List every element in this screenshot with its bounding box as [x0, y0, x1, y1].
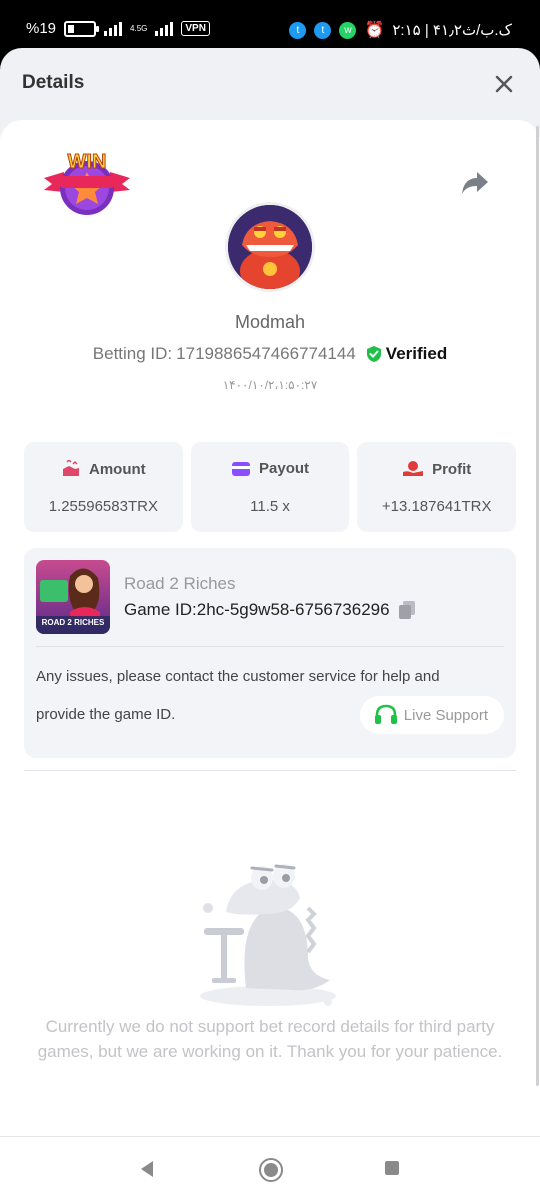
system-nav-bar: [0, 1136, 540, 1200]
alarm-icon: ⏰: [364, 22, 385, 39]
stat-payout-label: Payout: [259, 460, 310, 477]
live-support-button[interactable]: Live Support: [359, 696, 504, 734]
page-title: Details: [22, 72, 85, 93]
betting-id-value: 1719886547466774144: [176, 344, 356, 363]
game-info-box: ROAD 2 RICHES Road 2 Riches Game ID:2hc-…: [24, 548, 516, 758]
shield-check-icon: [366, 346, 381, 362]
game-id-value: 2hc-5g9w58-6756736296: [196, 600, 390, 619]
verified-badge: Verified: [366, 344, 447, 364]
section-divider: [24, 770, 516, 771]
twitter-2-icon: t: [314, 21, 332, 39]
copy-icon[interactable]: [398, 600, 416, 620]
stat-profit-value: +13.187641TRX: [381, 498, 492, 515]
battery-icon: [64, 20, 100, 37]
network-type: 4.5G: [130, 24, 148, 33]
game-name: Road 2 Riches: [124, 574, 236, 593]
support-text-line-2: provide the game ID.: [36, 706, 176, 723]
betting-id-row: Betting ID: 1719886547466774144 Verified: [0, 344, 540, 364]
headset-icon: [374, 704, 397, 724]
twitter-icon: t: [289, 21, 307, 39]
status-time: ۲:۱۵ | ۴۱٫۲ک.ب/ث: [392, 22, 512, 39]
avatar: [225, 202, 315, 292]
details-sheet: Details WIN Modmah Betting ID: 171988654…: [0, 48, 540, 1136]
live-support-label: Live Support: [403, 706, 488, 724]
divider: [36, 646, 504, 647]
stat-amount-value: 1.25596583TRX: [48, 498, 158, 515]
bet-timestamp: ۱۴۰۰/۱۰/۲،۱:۵۰:۲۷: [222, 378, 318, 392]
stat-payout-value: 11.5 x: [250, 498, 290, 515]
username: Modmah: [234, 312, 306, 332]
close-icon[interactable]: [492, 72, 516, 96]
home-icon[interactable]: [258, 1157, 284, 1183]
stat-amount: Amount 1.25596583TRX: [24, 442, 183, 532]
game-thumb-label: ROAD 2 RICHES: [41, 618, 105, 627]
sheet-header: Details: [0, 48, 540, 120]
game-id-row: Game ID:2hc-5g9w58-6756736296: [124, 600, 416, 620]
stats-row: Amount 1.25596583TRX Payout 11.5 x Profi…: [24, 442, 517, 532]
recents-icon[interactable]: [384, 1160, 400, 1176]
svg-text:WIN: WIN: [68, 151, 107, 173]
stat-amount-label: Amount: [89, 460, 146, 478]
stat-payout: Payout 11.5 x: [190, 442, 350, 532]
support-text-line-1: Any issues, please contact the customer …: [36, 668, 440, 685]
empty-state-message: Currently we do not support bet record d…: [37, 1017, 503, 1061]
whatsapp-icon: w: [339, 21, 357, 39]
crocodile-illustration-icon: [200, 864, 336, 1006]
status-right: t t w ⏰ ۲:۱۵ | ۴۱٫۲ک.ب/ث: [289, 20, 512, 40]
game-id: Game ID:2hc-5g9w58-6756736296: [124, 600, 390, 620]
bet-detail-card: WIN Modmah Betting ID: 17198865474667741: [0, 120, 540, 1136]
scrollbar[interactable]: [536, 126, 539, 1086]
status-left: %19 4.5G VPN: [26, 20, 210, 37]
verified-label: Verified: [385, 344, 448, 363]
status-bar: %19 4.5G VPN t t w ⏰ ۲:۱۵ | ۴۱٫۲ک.ب/ث: [0, 0, 540, 48]
stat-profit-label: Profit: [432, 460, 472, 478]
amount-icon: [63, 460, 79, 476]
battery-percent: %19: [26, 20, 57, 37]
win-badge-icon: WIN: [44, 151, 130, 215]
signal-icon: [104, 21, 123, 36]
profit-icon: [403, 461, 424, 476]
back-icon[interactable]: [137, 1159, 157, 1179]
crocodile-avatar-icon: [228, 205, 312, 289]
share-icon[interactable]: [460, 170, 490, 196]
vpn-badge: VPN: [181, 21, 210, 36]
payout-icon: [232, 461, 250, 476]
betting-id-label: Betting ID:: [92, 344, 173, 363]
signal-2-icon: [155, 21, 174, 36]
game-id-label: Game ID:: [124, 600, 197, 619]
stat-profit: Profit +13.187641TRX: [357, 442, 517, 532]
game-thumbnail[interactable]: ROAD 2 RICHES: [36, 560, 110, 634]
